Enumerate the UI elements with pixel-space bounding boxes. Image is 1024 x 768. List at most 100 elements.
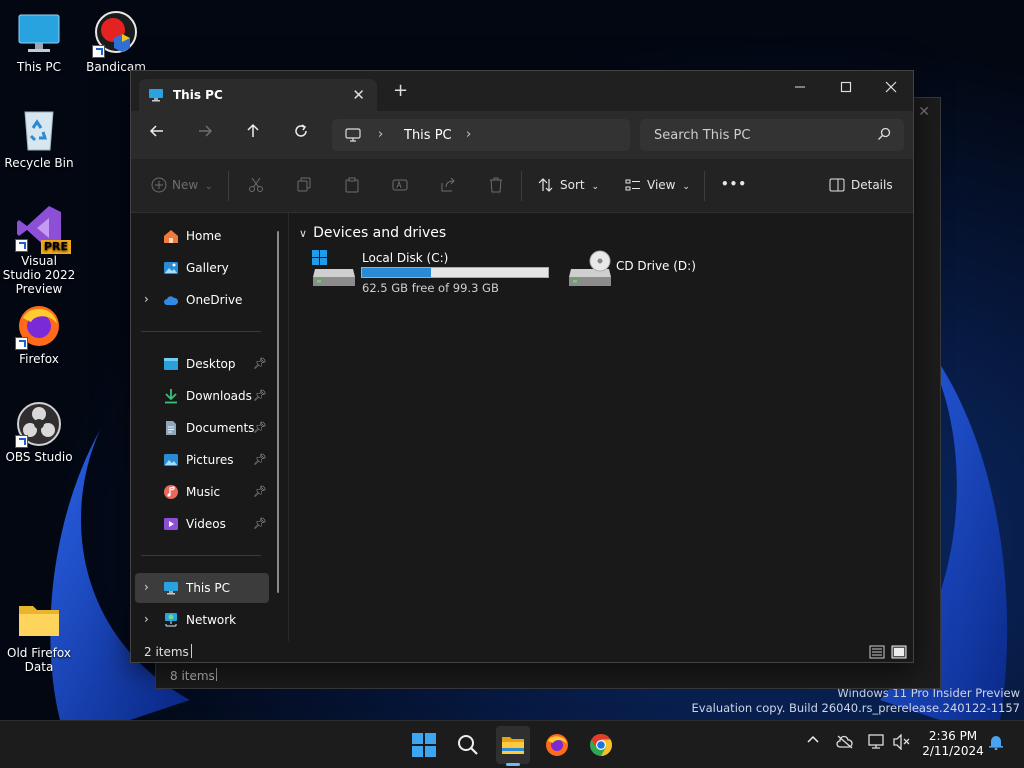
delete-button[interactable] (488, 177, 504, 196)
desktop-icon-obs[interactable]: OBS Studio (1, 400, 77, 464)
music-icon (164, 485, 178, 499)
sidebar-item-desktop[interactable]: Desktop 📌︎ (135, 349, 269, 379)
sidebar-item-label: OneDrive (186, 293, 243, 307)
large-icons-view-icon[interactable] (891, 644, 907, 660)
sidebar-divider (141, 331, 261, 332)
share-button[interactable] (440, 177, 456, 196)
taskbar-chrome[interactable] (583, 727, 619, 763)
show-hidden-icons-button[interactable] (806, 733, 820, 751)
system-clock[interactable]: 2:36 PM 2/11/2024 (922, 729, 984, 759)
sidebar-item-home[interactable]: Home (135, 221, 269, 251)
taskbar-firefox[interactable] (539, 727, 575, 763)
sidebar-item-gallery[interactable]: Gallery (135, 253, 269, 283)
desktop-icon-bandicam[interactable]: Bandicam (78, 10, 154, 74)
file-explorer-window[interactable]: This PC ✕ + › This PC › Search This PC N… (130, 70, 914, 663)
pictures-icon (164, 454, 178, 466)
breadcrumb-chevron-icon[interactable]: › (378, 127, 383, 142)
active-app-indicator (506, 763, 520, 766)
network-icon (165, 613, 177, 627)
up-button[interactable] (241, 123, 265, 147)
desktop-icon-visual-studio[interactable]: PRE Visual Studio 2022 Preview (1, 204, 77, 296)
sidebar-item-downloads[interactable]: Downloads 📌︎ (135, 381, 269, 411)
status-bar: 2 items (131, 641, 913, 663)
chevron-right-icon[interactable]: › (144, 612, 149, 626)
details-button[interactable]: Details (829, 177, 893, 193)
breadcrumb-chevron-icon[interactable]: › (466, 127, 471, 142)
details-view-icon[interactable] (869, 644, 885, 660)
volume-icon[interactable] (893, 733, 911, 754)
shortcut-arrow-icon (15, 337, 28, 350)
new-tab-button[interactable]: + (393, 82, 408, 100)
refresh-button[interactable] (289, 123, 313, 147)
address-bar[interactable]: › This PC › (332, 119, 630, 151)
more-options-button[interactable]: ••• (721, 177, 747, 191)
view-button-label: View (647, 178, 676, 192)
chevron-down-icon: ⌄ (682, 182, 690, 192)
rename-button[interactable] (392, 177, 408, 196)
sidebar-item-label: Music (186, 485, 221, 499)
shortcut-arrow-icon (15, 435, 28, 448)
onedrive-status-icon[interactable] (836, 735, 854, 753)
watermark-line-2: Evaluation copy. Build 26040.rs_prerelea… (691, 701, 1020, 715)
taskbar-search-button[interactable] (450, 727, 486, 763)
desktop-icon-label: OBS Studio (5, 450, 73, 464)
cut-button[interactable] (248, 177, 264, 196)
sidebar-item-label: This PC (186, 581, 230, 595)
desktop-icon-old-firefox-data[interactable]: Old Firefox Data (1, 596, 77, 674)
minimize-button[interactable] (777, 75, 823, 105)
navigation-pane[interactable]: Home Gallery › OneDrive Desktop 📌︎ Downl… (131, 213, 289, 641)
details-button-label: Details (851, 178, 893, 192)
pin-icon: 📌︎ (253, 517, 267, 530)
desktop-icon-firefox[interactable]: Firefox (1, 302, 77, 366)
new-button[interactable]: New ⌄ (151, 177, 213, 193)
view-button[interactable]: View ⌄ (625, 177, 690, 193)
chevron-right-icon[interactable]: › (144, 580, 149, 594)
sidebar-item-pictures[interactable]: Pictures 📌︎ (135, 445, 269, 475)
group-header-devices[interactable]: ∨ Devices and drives (299, 225, 446, 241)
drive-usage-fill (362, 268, 431, 277)
sidebar-item-label: Downloads (186, 389, 252, 403)
back-button[interactable] (145, 123, 169, 147)
paste-button[interactable] (344, 177, 360, 196)
forward-button[interactable] (193, 123, 217, 147)
status-separator (216, 668, 217, 681)
content-pane[interactable]: ∨ Devices and drives Local Disk (C:) 62.5… (289, 213, 913, 641)
recycle-bin-icon (24, 111, 54, 151)
monitor-outline-icon (345, 128, 361, 142)
sidebar-item-documents[interactable]: Documents 📌︎ (135, 413, 269, 443)
sidebar-item-this-pc[interactable]: › This PC (135, 573, 269, 603)
title-bar[interactable]: This PC ✕ + (131, 71, 913, 111)
pin-icon: 📌︎ (253, 357, 267, 370)
paste-icon (345, 177, 359, 193)
desktop-icon-recycle-bin[interactable]: Recycle Bin (1, 106, 77, 170)
network-status-icon[interactable] (868, 734, 886, 754)
breadcrumb-this-pc[interactable]: This PC (404, 128, 452, 143)
tab-this-pc[interactable]: This PC ✕ (139, 79, 377, 111)
drive-cd-drive-d[interactable]: CD Drive (D:) (565, 249, 725, 297)
chrome-icon (590, 734, 612, 756)
copy-button[interactable] (296, 177, 312, 196)
maximize-button[interactable] (823, 75, 869, 105)
scissors-icon (249, 177, 263, 192)
desktop-icon-this-pc[interactable]: This PC (1, 10, 77, 74)
tab-close-icon[interactable]: ✕ (352, 86, 365, 104)
sidebar-scrollbar[interactable] (277, 231, 279, 593)
drive-local-disk-c[interactable]: Local Disk (C:) 62.5 GB free of 99.3 GB (309, 249, 559, 297)
start-button[interactable] (406, 727, 442, 763)
sidebar-item-onedrive[interactable]: › OneDrive (135, 285, 269, 315)
item-count: 2 items (144, 645, 189, 659)
sidebar-item-music[interactable]: Music 📌︎ (135, 477, 269, 507)
sort-button[interactable]: Sort ⌄ (538, 177, 599, 193)
command-separator (228, 171, 229, 201)
chevron-right-icon[interactable]: › (144, 292, 149, 306)
sidebar-item-network[interactable]: › Network (135, 605, 269, 635)
pin-icon: 📌︎ (253, 421, 267, 434)
notifications-button[interactable] (988, 734, 1004, 754)
close-button[interactable] (868, 75, 914, 105)
home-icon (164, 230, 178, 243)
background-close-icon[interactable]: ✕ (918, 104, 930, 120)
document-icon (166, 421, 176, 435)
taskbar-file-explorer[interactable] (495, 727, 531, 763)
sidebar-item-videos[interactable]: Videos 📌︎ (135, 509, 269, 539)
search-input[interactable] (640, 119, 904, 151)
